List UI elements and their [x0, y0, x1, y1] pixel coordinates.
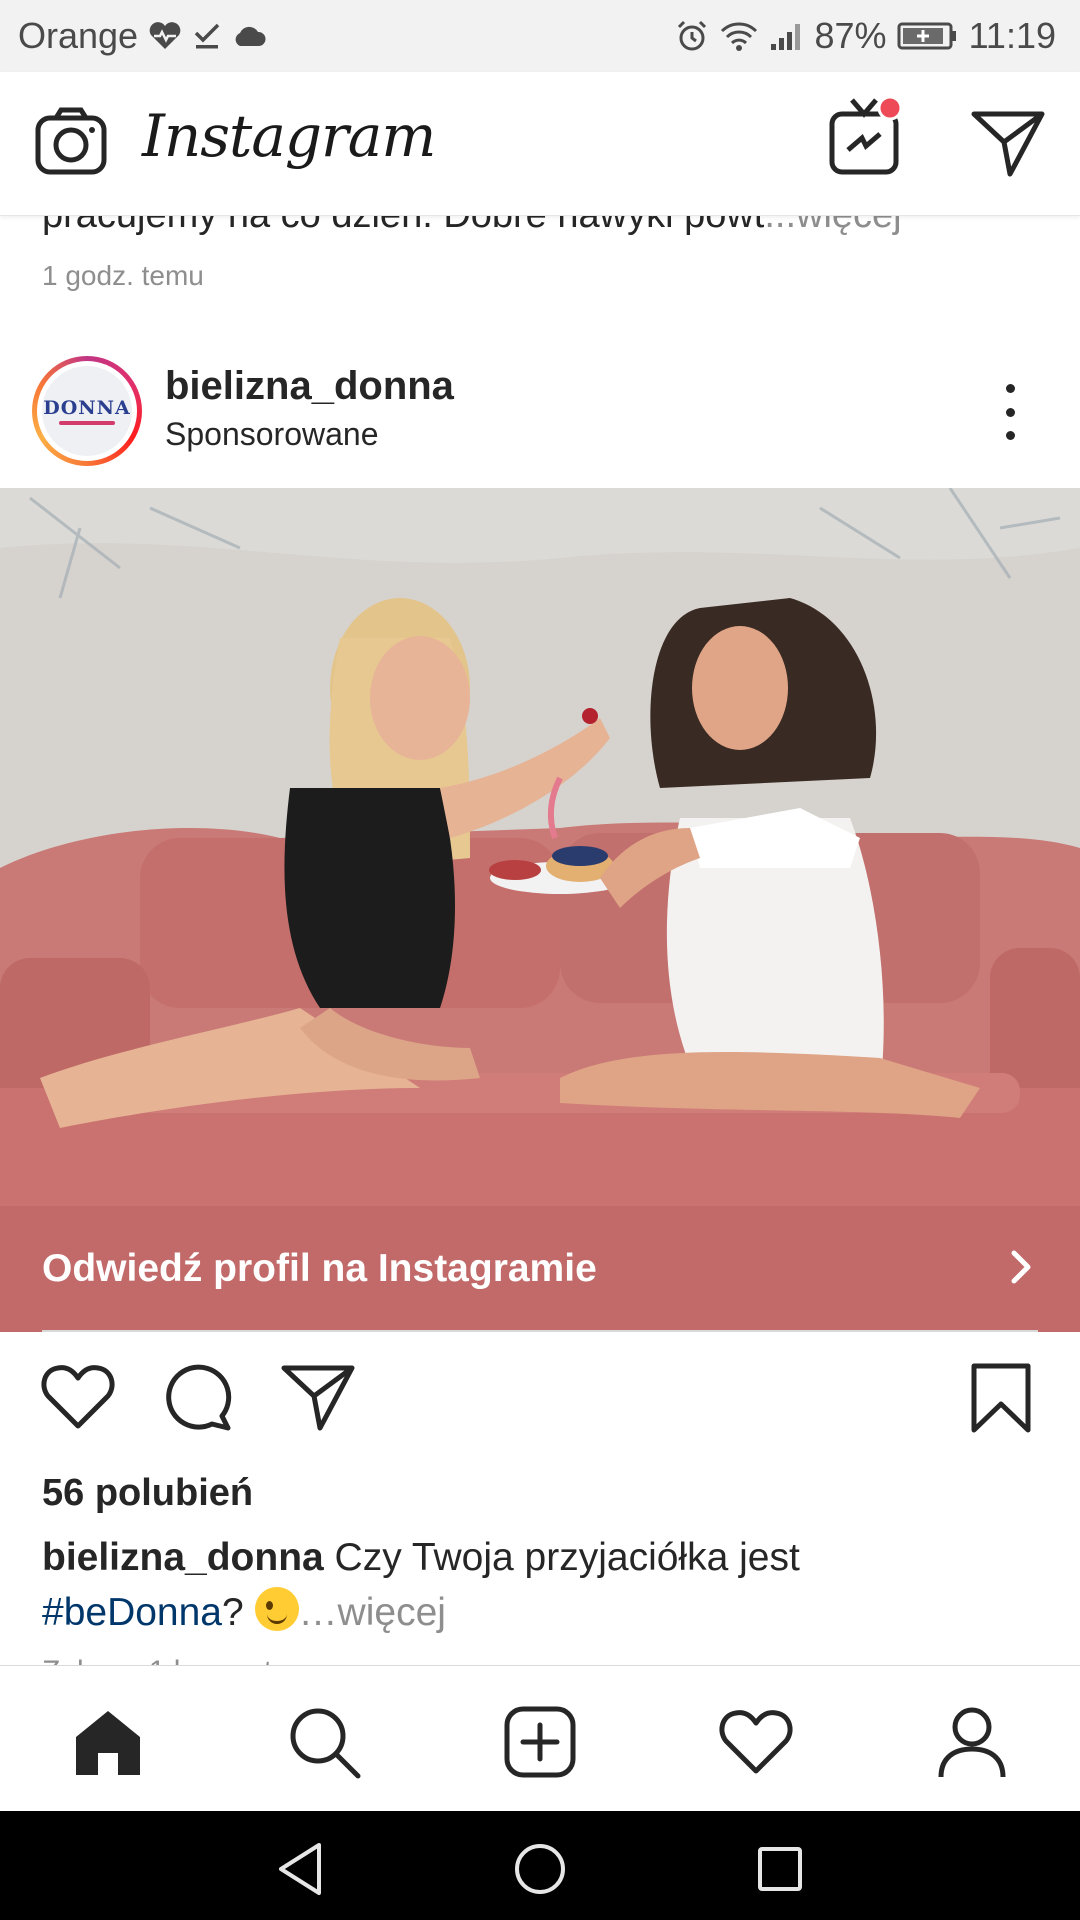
status-bar: Orange 87% 11:19 [0, 0, 1080, 72]
post-username[interactable]: bielizna_donna [165, 364, 454, 409]
avatar-brand-text: DONNA [43, 397, 131, 419]
sponsored-label: Sponsorowane [165, 416, 379, 452]
health-heart-icon [148, 21, 182, 51]
wink-emoji-icon [254, 1587, 299, 1631]
search-icon[interactable] [284, 1702, 364, 1782]
more-options-icon[interactable] [998, 384, 1022, 440]
caption-suffix: ? [222, 1591, 244, 1634]
battery-charging-icon [897, 21, 959, 51]
caption-hashtag[interactable]: #beDonna [42, 1591, 222, 1634]
post-photo[interactable] [0, 488, 1080, 1206]
signal-icon [769, 20, 805, 52]
cta-divider [42, 1330, 1038, 1332]
check-download-icon [192, 21, 222, 51]
previous-caption-more-link[interactable]: ...więcej [764, 216, 901, 236]
visit-profile-cta[interactable]: Odwiedź profil na Instagramie [0, 1206, 1080, 1332]
home-circle-icon[interactable] [510, 1839, 570, 1899]
clock-time: 11:19 [968, 15, 1056, 56]
alarm-icon [675, 19, 709, 53]
profile-icon[interactable] [932, 1702, 1012, 1782]
previous-post-caption[interactable]: pracujemy na co dzień. Dobre nawyki powt… [42, 216, 902, 237]
share-icon[interactable] [280, 1362, 356, 1437]
add-icon[interactable] [500, 1702, 580, 1782]
post-header: DONNA bielizna_donna Sponsorowane [0, 338, 1080, 488]
cloud-icon [232, 24, 266, 48]
avatar[interactable]: DONNA [32, 356, 142, 466]
back-icon[interactable] [270, 1839, 330, 1899]
previous-caption-text: pracujemy na co dzień. Dobre nawyki powt [42, 216, 764, 236]
heart-icon[interactable] [40, 1362, 116, 1437]
app-header: Instagram [0, 72, 1080, 216]
camera-icon[interactable] [34, 106, 108, 181]
bottom-nav [0, 1665, 1080, 1811]
likes-count[interactable]: 56 polubień [42, 1472, 253, 1515]
carrier-label: Orange [18, 15, 139, 56]
cta-label: Odwiedź profil na Instagramie [42, 1247, 597, 1290]
instagram-logo: Instagram [142, 102, 436, 170]
battery-percent: 87% [814, 15, 887, 56]
recents-icon[interactable] [750, 1839, 810, 1899]
home-icon[interactable] [68, 1702, 148, 1782]
post-caption: bielizna_donna Czy Twoja przyjaciółka je… [42, 1530, 1042, 1640]
comment-icon[interactable] [162, 1362, 234, 1437]
chevron-right-icon [1006, 1247, 1036, 1292]
wifi-icon [719, 19, 759, 53]
android-navigation-bar [0, 1811, 1080, 1920]
previous-post-timestamp: 1 godz. temu [42, 260, 204, 291]
bookmark-icon[interactable] [968, 1362, 1034, 1439]
post-actions [0, 1352, 1080, 1452]
donna-logo: DONNA [42, 366, 132, 456]
caption-text: Czy Twoja przyjaciółka jest [323, 1536, 800, 1579]
direct-icon[interactable] [970, 108, 1046, 183]
caption-username[interactable]: bielizna_donna [42, 1536, 324, 1579]
activity-icon[interactable] [716, 1702, 796, 1782]
igtv-icon[interactable] [828, 94, 904, 183]
previous-post-tail: pracujemy na co dzień. Dobre nawyki powt… [0, 216, 1080, 326]
caption-more-link[interactable]: …więcej [299, 1591, 446, 1634]
